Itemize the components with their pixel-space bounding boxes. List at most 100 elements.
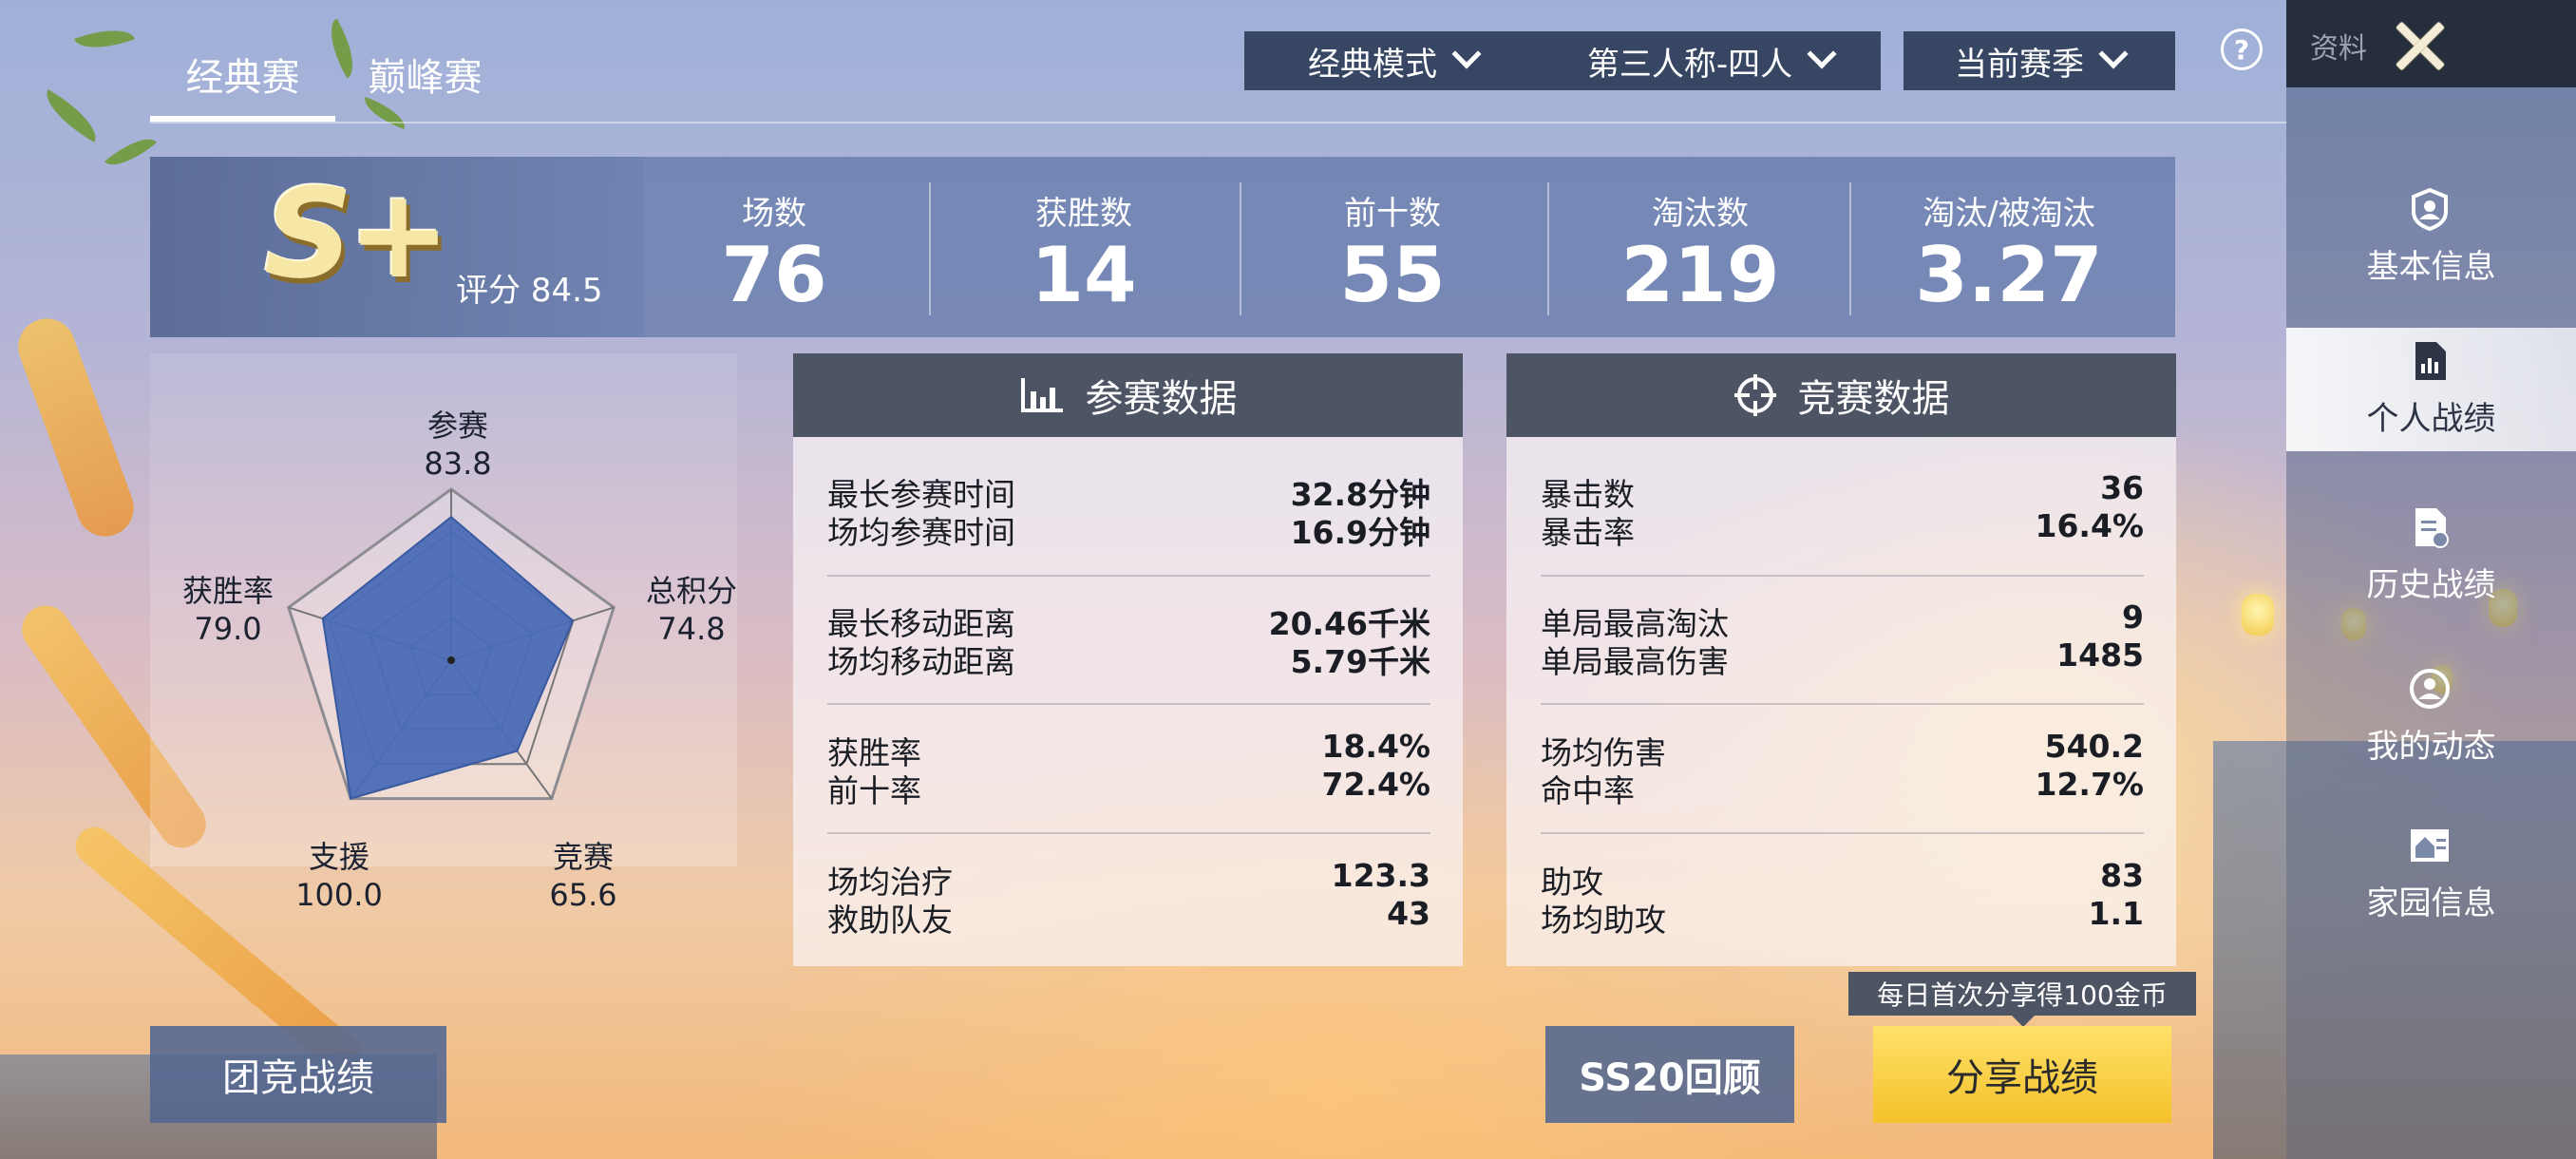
data-row-label: 救助队友: [827, 902, 953, 939]
data-row-value: 72.4%: [1321, 766, 1431, 803]
data-row-value: 16.9分钟: [1290, 514, 1430, 551]
crosshair-icon: [1733, 374, 1776, 416]
stat-value: 76: [721, 231, 827, 319]
radar-center-dot: [447, 656, 455, 664]
radar-axis-label: 总积分: [645, 573, 737, 609]
stat-value: 3.27: [1915, 231, 2103, 319]
stat-eliminations: 淘汰数 219: [1548, 157, 1852, 337]
grade-badge: S+: [264, 162, 451, 306]
data-row-label: 命中率: [1541, 772, 1635, 809]
data-row-label: 前十率: [827, 772, 921, 809]
sidebar-item-activity[interactable]: 我的动态: [2286, 656, 2576, 779]
stat-label: 场数: [742, 195, 806, 233]
radar-axis-value: 83.8: [424, 446, 492, 482]
radar-axis-value: 79.0: [194, 611, 262, 647]
stat-value: 219: [1620, 231, 1780, 319]
close-icon[interactable]: [2392, 17, 2449, 74]
sidebar-title: 资料: [2310, 32, 2367, 66]
stat-matches: 场数 76: [622, 157, 926, 337]
radar-axis-label: 参赛: [426, 408, 488, 444]
data-row: 前十率 72.4%: [827, 766, 1431, 809]
data-row: 单局最高淘汰 9: [1541, 598, 2144, 642]
data-row-value: 18.4%: [1321, 728, 1431, 765]
mode-dropdown[interactable]: 经典模式: [1244, 31, 1541, 90]
stat-label: 淘汰/被淘汰: [1923, 195, 2095, 233]
sidebar-item-label: 家园信息: [2366, 884, 2496, 922]
data-row-value: 9: [2122, 598, 2144, 636]
data-row: 场均移动距离 5.79千米: [827, 636, 1430, 680]
data-row: 命中率 12.7%: [1541, 766, 2145, 809]
data-row-label: 场均参赛时间: [827, 514, 1015, 551]
sidebar-item-history[interactable]: 历史战绩: [2286, 494, 2576, 618]
perspective-dropdown-label: 第三人称-四人: [1586, 45, 1793, 84]
team-stats-button[interactable]: 团竞战绩: [150, 1026, 446, 1123]
data-row-value: 12.7%: [2035, 766, 2145, 803]
data-row: 助攻 83: [1541, 857, 2144, 901]
bar-chart-icon: [1020, 378, 1063, 412]
row-divider: [1541, 575, 2144, 577]
data-row: 场均伤害 540.2: [1541, 728, 2144, 771]
share-stats-button[interactable]: 分享战绩: [1873, 1026, 2171, 1123]
sidebar-item-basic-info[interactable]: 基本信息: [2286, 176, 2576, 299]
data-row-value: 540.2: [2044, 728, 2144, 765]
participation-panel-title: 参赛数据: [1085, 377, 1238, 421]
data-row-value: 123.3: [1331, 857, 1430, 894]
data-row: 暴击率 16.4%: [1541, 507, 2144, 551]
share-reward-tip: 每日首次分享得100金币: [1848, 972, 2196, 1027]
radar-axis-label: 支援: [308, 839, 369, 875]
data-row-value: 1485: [2056, 636, 2144, 674]
data-row-label: 单局最高伤害: [1541, 643, 1729, 680]
tab-peak[interactable]: 巅峰赛: [342, 27, 508, 122]
stat-kd-ratio: 淘汰/被淘汰 3.27: [1857, 157, 2161, 337]
data-row: 场均治疗 123.3: [827, 857, 1430, 901]
radar-axis-value: 100.0: [295, 877, 383, 913]
sidebar-item-label: 历史战绩: [2366, 566, 2496, 604]
competition-panel-title: 竞赛数据: [1797, 377, 1950, 421]
radar-axis-label: 获胜率: [181, 573, 274, 609]
stat-label: 淘汰数: [1652, 195, 1749, 233]
stat-divider: [929, 182, 931, 315]
data-row-label: 场均移动距离: [827, 643, 1015, 680]
data-row-value: 1.1: [2088, 895, 2144, 932]
data-row: 场均助攻 1.1: [1541, 895, 2144, 939]
row-divider: [1541, 832, 2144, 834]
season-dropdown[interactable]: 当前赛季: [1904, 31, 2175, 90]
row-divider: [827, 703, 1430, 705]
stat-label: 获胜数: [1035, 195, 1132, 233]
sidebar-item-home[interactable]: 家园信息: [2286, 812, 2576, 936]
sidebar-item-label: 个人战绩: [2366, 400, 2496, 438]
rating-label: 评分: [456, 272, 521, 310]
radar-axis-win-rate: 获胜率 79.0: [161, 572, 294, 648]
data-row: 场均参赛时间 16.9分钟: [827, 507, 1430, 551]
stat-value: 14: [1031, 231, 1137, 319]
sidebar-item-label: 基本信息: [2366, 248, 2496, 286]
data-row-label: 场均助攻: [1541, 902, 1666, 939]
rating-value: 84.5: [530, 272, 603, 310]
sidebar-item-label: 我的动态: [2366, 728, 2496, 766]
season-review-button[interactable]: SS20回顾: [1545, 1026, 1794, 1123]
help-icon[interactable]: ?: [2221, 28, 2263, 70]
data-row-value: 36: [2100, 469, 2144, 506]
stat-value: 55: [1339, 231, 1446, 319]
row-divider: [827, 575, 1430, 577]
data-row: 最长移动距离 20.46千米: [827, 598, 1430, 642]
radar-axis-value: 65.6: [549, 877, 617, 913]
activity-icon: [2410, 669, 2450, 709]
tab-classic[interactable]: 经典赛: [150, 27, 335, 122]
chevron-down-icon: [1807, 39, 1837, 69]
perspective-dropdown[interactable]: 第三人称-四人: [1539, 31, 1881, 90]
radar-axis-label: 竞赛: [552, 839, 614, 875]
competition-panel-header: 竞赛数据: [1506, 353, 2176, 437]
data-row: 单局最高伤害 1485: [1541, 636, 2144, 680]
data-row: 最长参赛时间 32.8分钟: [827, 469, 1430, 513]
stat-top10: 前十数 55: [1241, 157, 1544, 337]
data-row: 获胜率 18.4%: [827, 728, 1431, 771]
sidebar-item-personal-stats[interactable]: 个人战绩: [2286, 328, 2576, 451]
data-row-value: 5.79千米: [1290, 643, 1430, 680]
radar-axis-support: 支援 100.0: [273, 838, 406, 914]
participation-panel: 参赛数据 最长参赛时间 32.8分钟 场均参赛时间 16.9分钟 最长移动距离 20.…: [793, 353, 1463, 966]
stats-doc-icon: [2415, 342, 2446, 380]
radar-axis-total-score: 总积分 74.8: [625, 572, 758, 648]
chevron-down-icon: [2098, 39, 2129, 69]
data-row: 暴击数 36: [1541, 469, 2144, 513]
